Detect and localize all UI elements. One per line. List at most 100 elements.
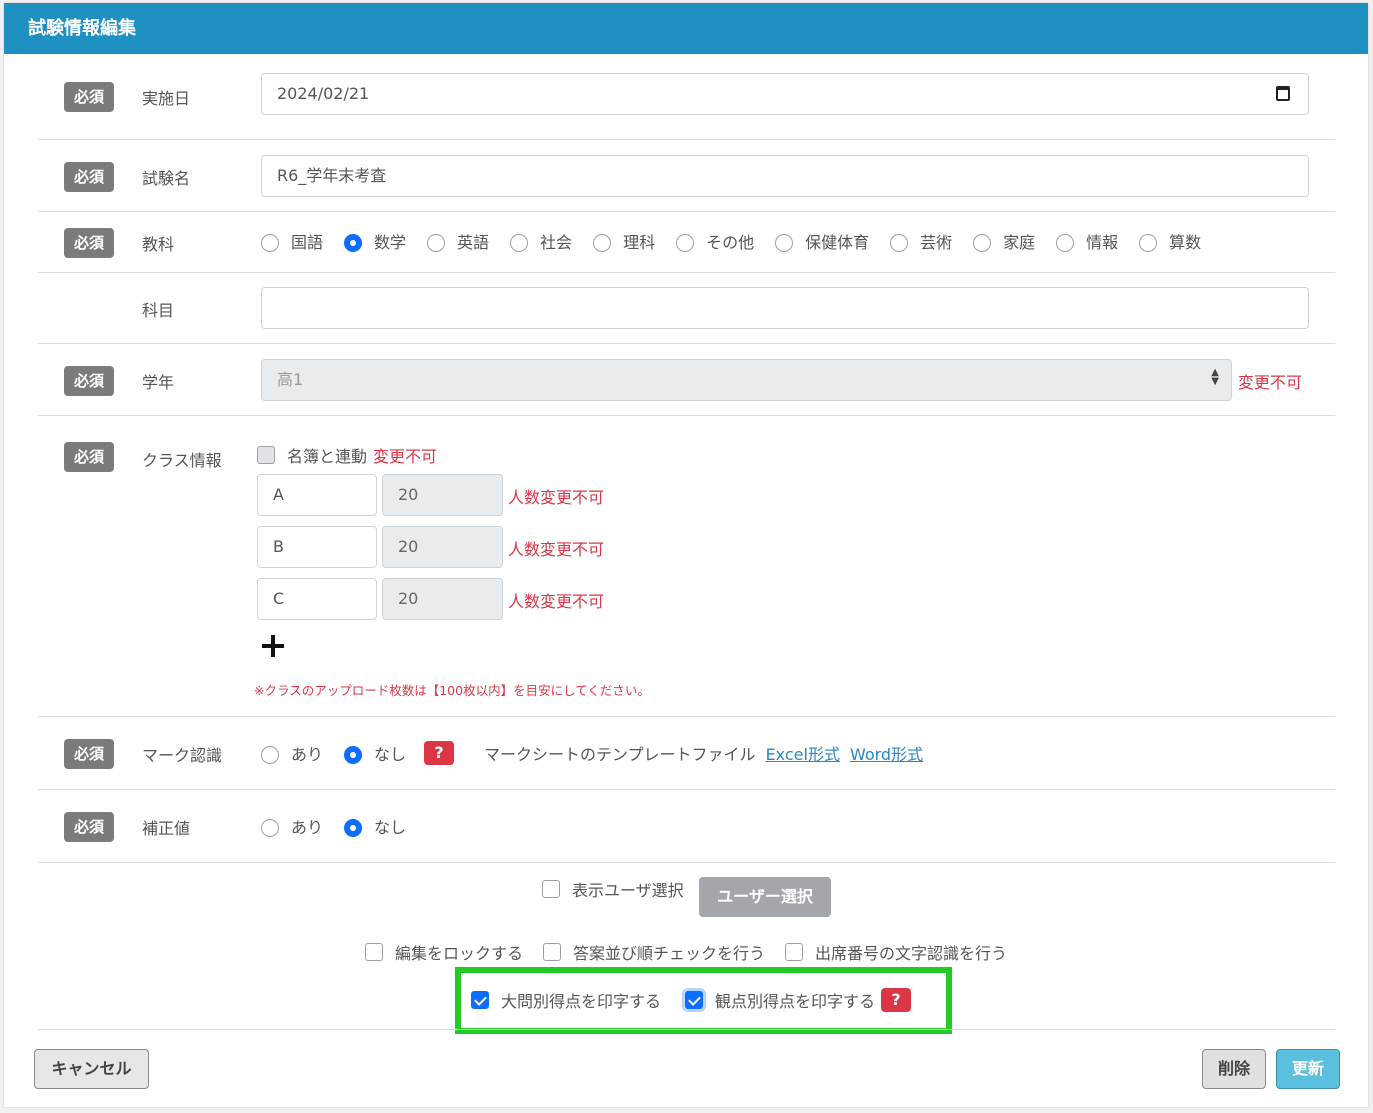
answer-order-label: 答案並び順チェックを行う [573,944,766,963]
help-icon[interactable]: ? [424,741,455,765]
radio[interactable] [593,233,612,252]
radio-checked[interactable] [344,818,363,837]
correction-label: 補正値 [142,819,191,838]
class-info-row: 必須 クラス情報 名簿と連動 変更不可 A 20 人数変更不可 B 20 人数変… [38,416,1335,717]
class-upload-notice: ※クラスのアップロード枚数は【100枚以内】を目安にしてください。 [254,683,650,698]
radio-checked[interactable] [344,745,363,764]
course-input[interactable] [261,287,1309,329]
radio[interactable] [1056,233,1075,252]
attendance-ocr-checkbox[interactable] [785,943,804,961]
word-template-link[interactable]: Word形式 [850,741,923,765]
radio[interactable] [1139,233,1158,252]
correction-option-nashi[interactable]: なし [344,814,406,838]
radio[interactable] [973,233,992,252]
class-name-input[interactable]: C [257,578,377,620]
correction-option-ari[interactable]: あり [261,814,323,838]
grade-row: 必須 学年 高1 ▲ ▼ 変更不可 [38,344,1335,416]
template-file-label: マークシートのテンプレートファイル [484,745,756,764]
roster-link-checkbox[interactable] [257,446,275,464]
class-count-note: 人数変更不可 [508,592,605,611]
display-user-option: 表示ユーザ選択 [542,877,684,901]
roster-link-label: 名簿と連動 [287,447,368,466]
date-row: 必須 実施日 2024/02/21 [38,54,1335,140]
radio[interactable] [510,233,529,252]
class-count-input: 20 [382,578,503,620]
class-count-note: 人数変更不可 [508,488,605,507]
correction-row: 必須 補正値 あり なし [38,790,1335,863]
update-button[interactable]: 更新 [1276,1049,1340,1089]
subject-option-kokugo[interactable]: 国語 [261,229,323,253]
help-icon[interactable]: ? [881,988,912,1012]
radio-checked[interactable] [344,233,363,252]
class-count-input: 20 [382,474,503,516]
subject-option-sansu[interactable]: 算数 [1139,229,1201,253]
excel-template-link[interactable]: Excel形式 [766,741,840,765]
mark-recognition-label: マーク認識 [142,746,223,765]
radio[interactable] [261,233,279,252]
mark-option-nashi[interactable]: なし [344,741,406,765]
delete-button[interactable]: 削除 [1202,1049,1266,1089]
subject-option-sugaku[interactable]: 数学 [344,229,406,253]
subject-option-geijutsu[interactable]: 芸術 [890,229,952,253]
required-badge: 必須 [64,812,114,842]
mark-option-ari[interactable]: あり [261,741,323,765]
radio[interactable] [427,233,446,252]
subject-option-rika[interactable]: 理科 [593,229,655,253]
subject-row: 必須 教科 国語 数学 英語 社会 理科 その他 保健体育 芸術 家庭 情報 算… [38,212,1335,273]
print-options-row: 大問別得点を印字する 観点別得点を印字する ? [471,988,912,1012]
date-label: 実施日 [142,89,191,108]
required-badge: 必須 [64,739,114,769]
user-select-button[interactable]: ユーザー選択 [699,877,831,917]
exam-name-row: 必須 試験名 R6_学年末考査 [38,140,1335,212]
cancel-button[interactable]: キャンセル [34,1049,149,1089]
sort-icon: ▲ ▼ [1211,367,1219,387]
required-badge: 必須 [64,82,114,112]
display-user-checkbox[interactable] [542,880,560,898]
answer-order-checkbox[interactable] [543,943,562,961]
required-badge: 必須 [64,442,114,472]
page-title: 試験情報編集 [4,3,1368,54]
date-input[interactable]: 2024/02/21 [261,73,1309,115]
print-viewpoint-score-label: 観点別得点を印字する [715,992,876,1011]
exam-name-input[interactable]: R6_学年末考査 [261,155,1309,197]
calendar-icon[interactable] [1276,86,1290,101]
roster-link-field: 名簿と連動 変更不可 [257,443,437,467]
required-badge: 必須 [64,162,114,192]
subject-option-eigo[interactable]: 英語 [427,229,489,253]
subject-option-katei[interactable]: 家庭 [973,229,1035,253]
radio[interactable] [261,745,279,764]
print-section-score-label: 大問別得点を印字する [501,992,662,1011]
radio[interactable] [775,233,794,252]
grade-note: 変更不可 [1238,373,1303,392]
mark-recognition-radio-group: あり なし ? マークシートのテンプレートファイル Excel形式 Word形式 [261,741,923,765]
course-row: 科目 [38,273,1335,344]
roster-link-note: 変更不可 [373,447,438,466]
subject-option-sonota[interactable]: その他 [676,229,754,253]
checkbox-options-row: 編集をロックする 答案並び順チェックを行う 出席番号の文字認識を行う [365,940,1007,964]
grade-select[interactable]: 高1 ▲ ▼ [261,359,1232,401]
date-value: 2024/02/21 [277,84,370,103]
class-name-input[interactable]: A [257,474,377,516]
radio[interactable] [261,818,279,837]
subject-option-hoken[interactable]: 保健体育 [775,229,869,253]
exam-name-label: 試験名 [142,169,191,188]
class-count-input: 20 [382,526,503,568]
exam-edit-panel: 試験情報編集 必須 実施日 2024/02/21 必須 試験名 R6_学年末考査… [3,2,1369,1108]
attendance-ocr-label: 出席番号の文字認識を行う [815,944,1008,963]
lock-edit-checkbox[interactable] [365,943,383,961]
class-info-label: クラス情報 [142,451,222,470]
class-count-note: 人数変更不可 [508,540,605,559]
radio[interactable] [890,233,909,252]
class-name-input[interactable]: B [257,526,377,568]
required-badge: 必須 [64,228,114,258]
radio[interactable] [676,233,695,252]
subject-label: 教科 [142,235,175,254]
subject-option-shakai[interactable]: 社会 [510,229,572,253]
footer-divider [38,1029,1335,1030]
print-viewpoint-score-checkbox[interactable] [685,991,704,1009]
print-section-score-checkbox[interactable] [471,991,489,1009]
correction-radio-group: あり なし [261,814,427,838]
lock-edit-label: 編集をロックする [395,944,524,963]
plus-icon[interactable] [262,635,284,657]
subject-option-joho[interactable]: 情報 [1056,229,1118,253]
